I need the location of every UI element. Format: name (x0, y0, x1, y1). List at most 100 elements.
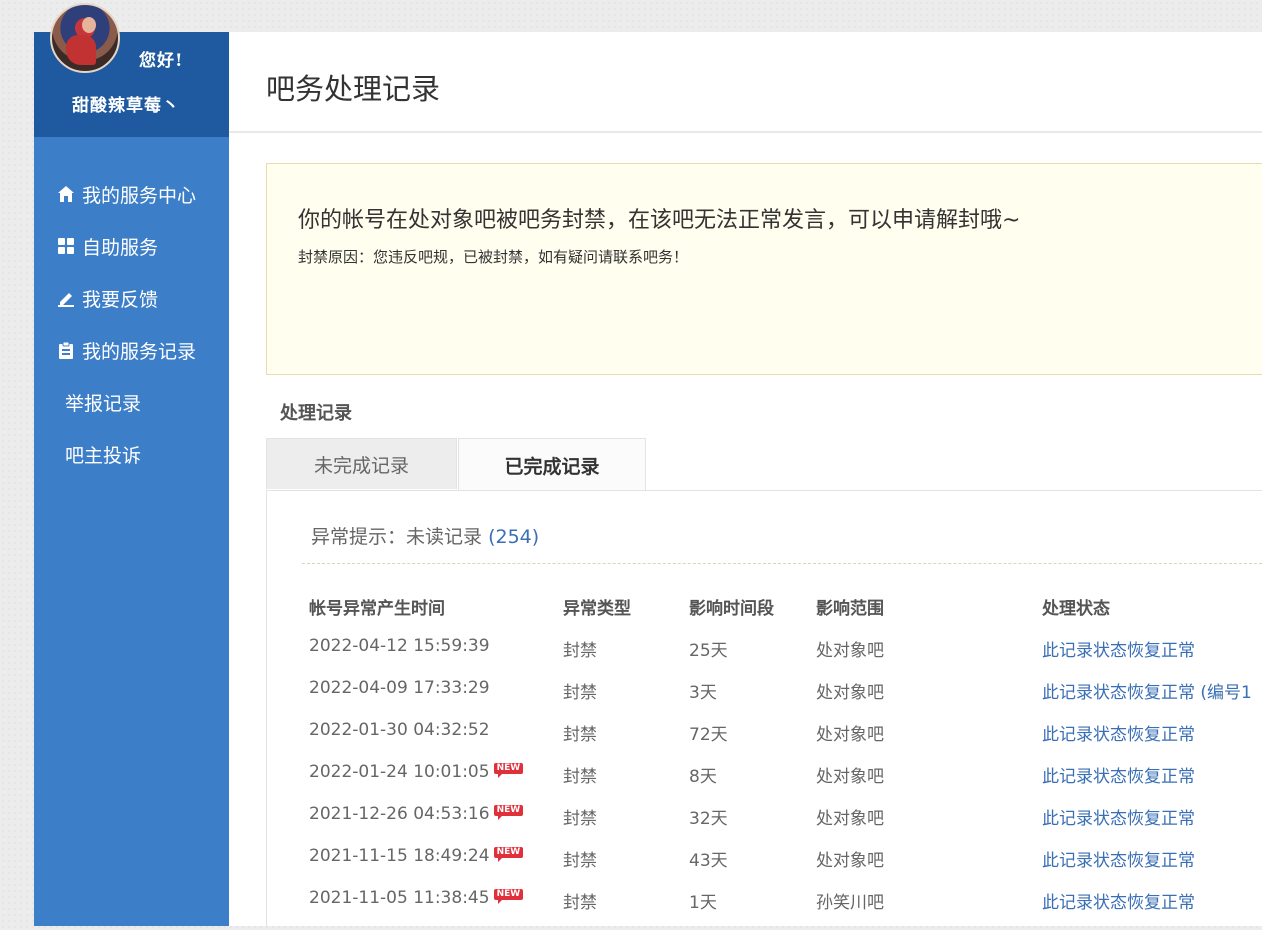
cell-status-link[interactable]: 此记录状态恢复正常 (1042, 636, 1195, 661)
cell-time: 2021-11-15 18:49:24 NEW (309, 846, 524, 866)
new-badge: NEW (493, 763, 524, 778)
main-content: 吧务处理记录 你的帐号在处对象吧被吧务封禁，在该吧无法正常发言，可以申请解封哦~… (229, 32, 1262, 926)
cell-status-link-text: 此记录状态恢复正常 (编号1 (1042, 683, 1252, 703)
cell-status-link[interactable]: 此记录状态恢复正常 (1042, 846, 1195, 871)
table-row: 2021-11-05 11:38:45 NEW 封禁 1天 孙笑川吧 此记录状态恢复正常 (229, 888, 1262, 930)
new-badge: NEW (493, 805, 524, 820)
cell-scope-text: 孙笑川吧 (816, 893, 884, 913)
cell-duration-text: 3天 (689, 683, 717, 703)
new-badge: NEW (493, 847, 524, 862)
column-header-time: 帐号异常产生时间 (309, 599, 445, 619)
cell-type-text: 封禁 (563, 725, 597, 745)
cell-time-text: 2022-04-12 15:59:39 (309, 636, 490, 656)
sidebar-item-label: 自助服务 (82, 236, 159, 259)
cell-status-link-text: 此记录状态恢复正常 (1042, 641, 1195, 661)
cell-type-text: 封禁 (563, 683, 597, 703)
section-title: 处理记录 (280, 403, 352, 424)
cell-status-link[interactable]: 此记录状态恢复正常 (1042, 720, 1195, 745)
cell-type: 封禁 (563, 636, 597, 661)
cell-scope-text: 处对象吧 (816, 809, 884, 829)
notice-reason: 封禁原因：您违反吧规，已被封禁，如有疑问请联系吧务！ (298, 248, 689, 266)
clipboard-icon (56, 340, 76, 360)
cell-duration-text: 32天 (689, 809, 728, 829)
cell-duration-text: 43天 (689, 851, 728, 871)
cell-scope: 处对象吧 (816, 846, 884, 871)
table-row: 2022-04-09 17:33:29 封禁 3天 处对象吧 此记录状态恢复正常 (编号… (229, 678, 1262, 720)
sidebar-item-service-records[interactable]: 我的服务记录 (34, 324, 229, 376)
column-header-scope: 影响范围 (816, 599, 884, 619)
cell-type-text: 封禁 (563, 641, 597, 661)
cell-status-link[interactable]: 此记录状态恢复正常 (1042, 762, 1195, 787)
cell-time: 2021-11-05 11:38:45 NEW (309, 888, 524, 908)
cell-type-text: 封禁 (563, 851, 597, 871)
record-tabs: 未完成记录 已完成记录 (266, 438, 1262, 491)
cell-status-link-text: 此记录状态恢复正常 (1042, 809, 1195, 829)
cell-type: 封禁 (563, 804, 597, 829)
cell-scope-text: 处对象吧 (816, 641, 884, 661)
cell-status-link[interactable]: 此记录状态恢复正常 (编号1 (1042, 678, 1252, 703)
cell-scope: 孙笑川吧 (816, 888, 884, 913)
cell-duration: 1天 (689, 888, 717, 913)
cell-status-link[interactable]: 此记录状态恢复正常 (1042, 804, 1195, 829)
sidebar: 您好! 甜酸辣草莓丶 我的服务中心 自助服务 我要反馈 我的服务记录 举报记录 … (34, 3, 229, 926)
username[interactable]: 甜酸辣草莓丶 (72, 91, 180, 116)
cell-time-text: 2022-01-30 04:32:52 (309, 720, 490, 740)
cell-time-text: 2022-04-09 17:33:29 (309, 678, 490, 698)
cell-type-text: 封禁 (563, 767, 597, 787)
sidebar-item-feedback[interactable]: 我要反馈 (34, 272, 229, 324)
cell-status-link-text: 此记录状态恢复正常 (1042, 893, 1195, 913)
avatar-face (82, 17, 96, 33)
column-header-duration: 影响时间段 (689, 599, 774, 619)
cell-time-text: 2022-01-24 10:01:05 (309, 762, 490, 782)
cell-status-link-text: 此记录状态恢复正常 (1042, 851, 1195, 871)
cell-status-link-text: 此记录状态恢复正常 (1042, 767, 1195, 787)
cell-time: 2022-04-09 17:33:29 (309, 678, 490, 698)
cell-time: 2022-04-12 15:59:39 (309, 636, 490, 656)
cell-status-link-text: 此记录状态恢复正常 (1042, 725, 1195, 745)
cell-duration-text: 1天 (689, 893, 717, 913)
table-row: 2021-11-15 18:49:24 NEW 封禁 43天 处对象吧 此记录状态恢复正常 (229, 846, 1262, 888)
grid-icon (56, 236, 76, 256)
sidebar-item-service-center[interactable]: 我的服务中心 (34, 168, 229, 220)
cell-duration: 3天 (689, 678, 717, 703)
unread-hint: 异常提示：未读记录 (254) (311, 522, 539, 549)
unread-count[interactable]: (254) (488, 526, 539, 548)
table-row: 2022-01-24 10:01:05 NEW 封禁 8天 处对象吧 此记录状态恢复正常 (229, 762, 1262, 804)
greeting: 您好! (139, 51, 184, 71)
tab-pending-records[interactable]: 未完成记录 (266, 438, 457, 489)
column-header-type: 异常类型 (563, 599, 631, 619)
table-row: 2021-12-26 04:53:16 NEW 封禁 32天 处对象吧 此记录状态恢复正常 (229, 804, 1262, 846)
cell-type: 封禁 (563, 720, 597, 745)
sidebar-item-label: 吧主投诉 (65, 444, 142, 467)
user-header: 您好! 甜酸辣草莓丶 (34, 3, 229, 137)
cell-duration: 32天 (689, 804, 728, 829)
cell-scope-text: 处对象吧 (816, 851, 884, 871)
cell-type-text: 封禁 (563, 809, 597, 829)
cell-duration: 8天 (689, 762, 717, 787)
title-divider (229, 131, 1262, 133)
sidebar-item-label: 举报记录 (65, 392, 142, 415)
sidebar-item-report-records[interactable]: 举报记录 (34, 376, 229, 428)
cell-duration: 43天 (689, 846, 728, 871)
cell-scope-text: 处对象吧 (816, 683, 884, 703)
table-header: 帐号异常产生时间 异常类型 影响时间段 影响范围 处理状态 (229, 594, 1262, 636)
cell-type: 封禁 (563, 888, 597, 913)
page-title: 吧务处理记录 (266, 72, 441, 106)
cell-scope: 处对象吧 (816, 804, 884, 829)
cell-time: 2022-01-24 10:01:05 NEW (309, 762, 524, 782)
cell-type: 封禁 (563, 846, 597, 871)
cell-status-link[interactable]: 此记录状态恢复正常 (1042, 888, 1195, 913)
sidebar-item-owner-complaints[interactable]: 吧主投诉 (34, 428, 229, 480)
cell-time-text: 2021-12-26 04:53:16 (309, 804, 490, 824)
cell-scope: 处对象吧 (816, 720, 884, 745)
cell-scope: 处对象吧 (816, 678, 884, 703)
sidebar-item-label: 我的服务记录 (82, 340, 197, 363)
sidebar-item-self-service[interactable]: 自助服务 (34, 220, 229, 272)
avatar[interactable] (50, 3, 120, 73)
cell-type: 封禁 (563, 678, 597, 703)
home-icon (56, 184, 76, 204)
sidebar-nav: 我的服务中心 自助服务 我要反馈 我的服务记录 举报记录 吧主投诉 (34, 168, 229, 480)
tab-divider (266, 490, 1262, 491)
tab-completed-records[interactable]: 已完成记录 (458, 438, 646, 491)
table-row: 2022-04-12 15:59:39 封禁 25天 处对象吧 此记录状态恢复正常 (229, 636, 1262, 678)
